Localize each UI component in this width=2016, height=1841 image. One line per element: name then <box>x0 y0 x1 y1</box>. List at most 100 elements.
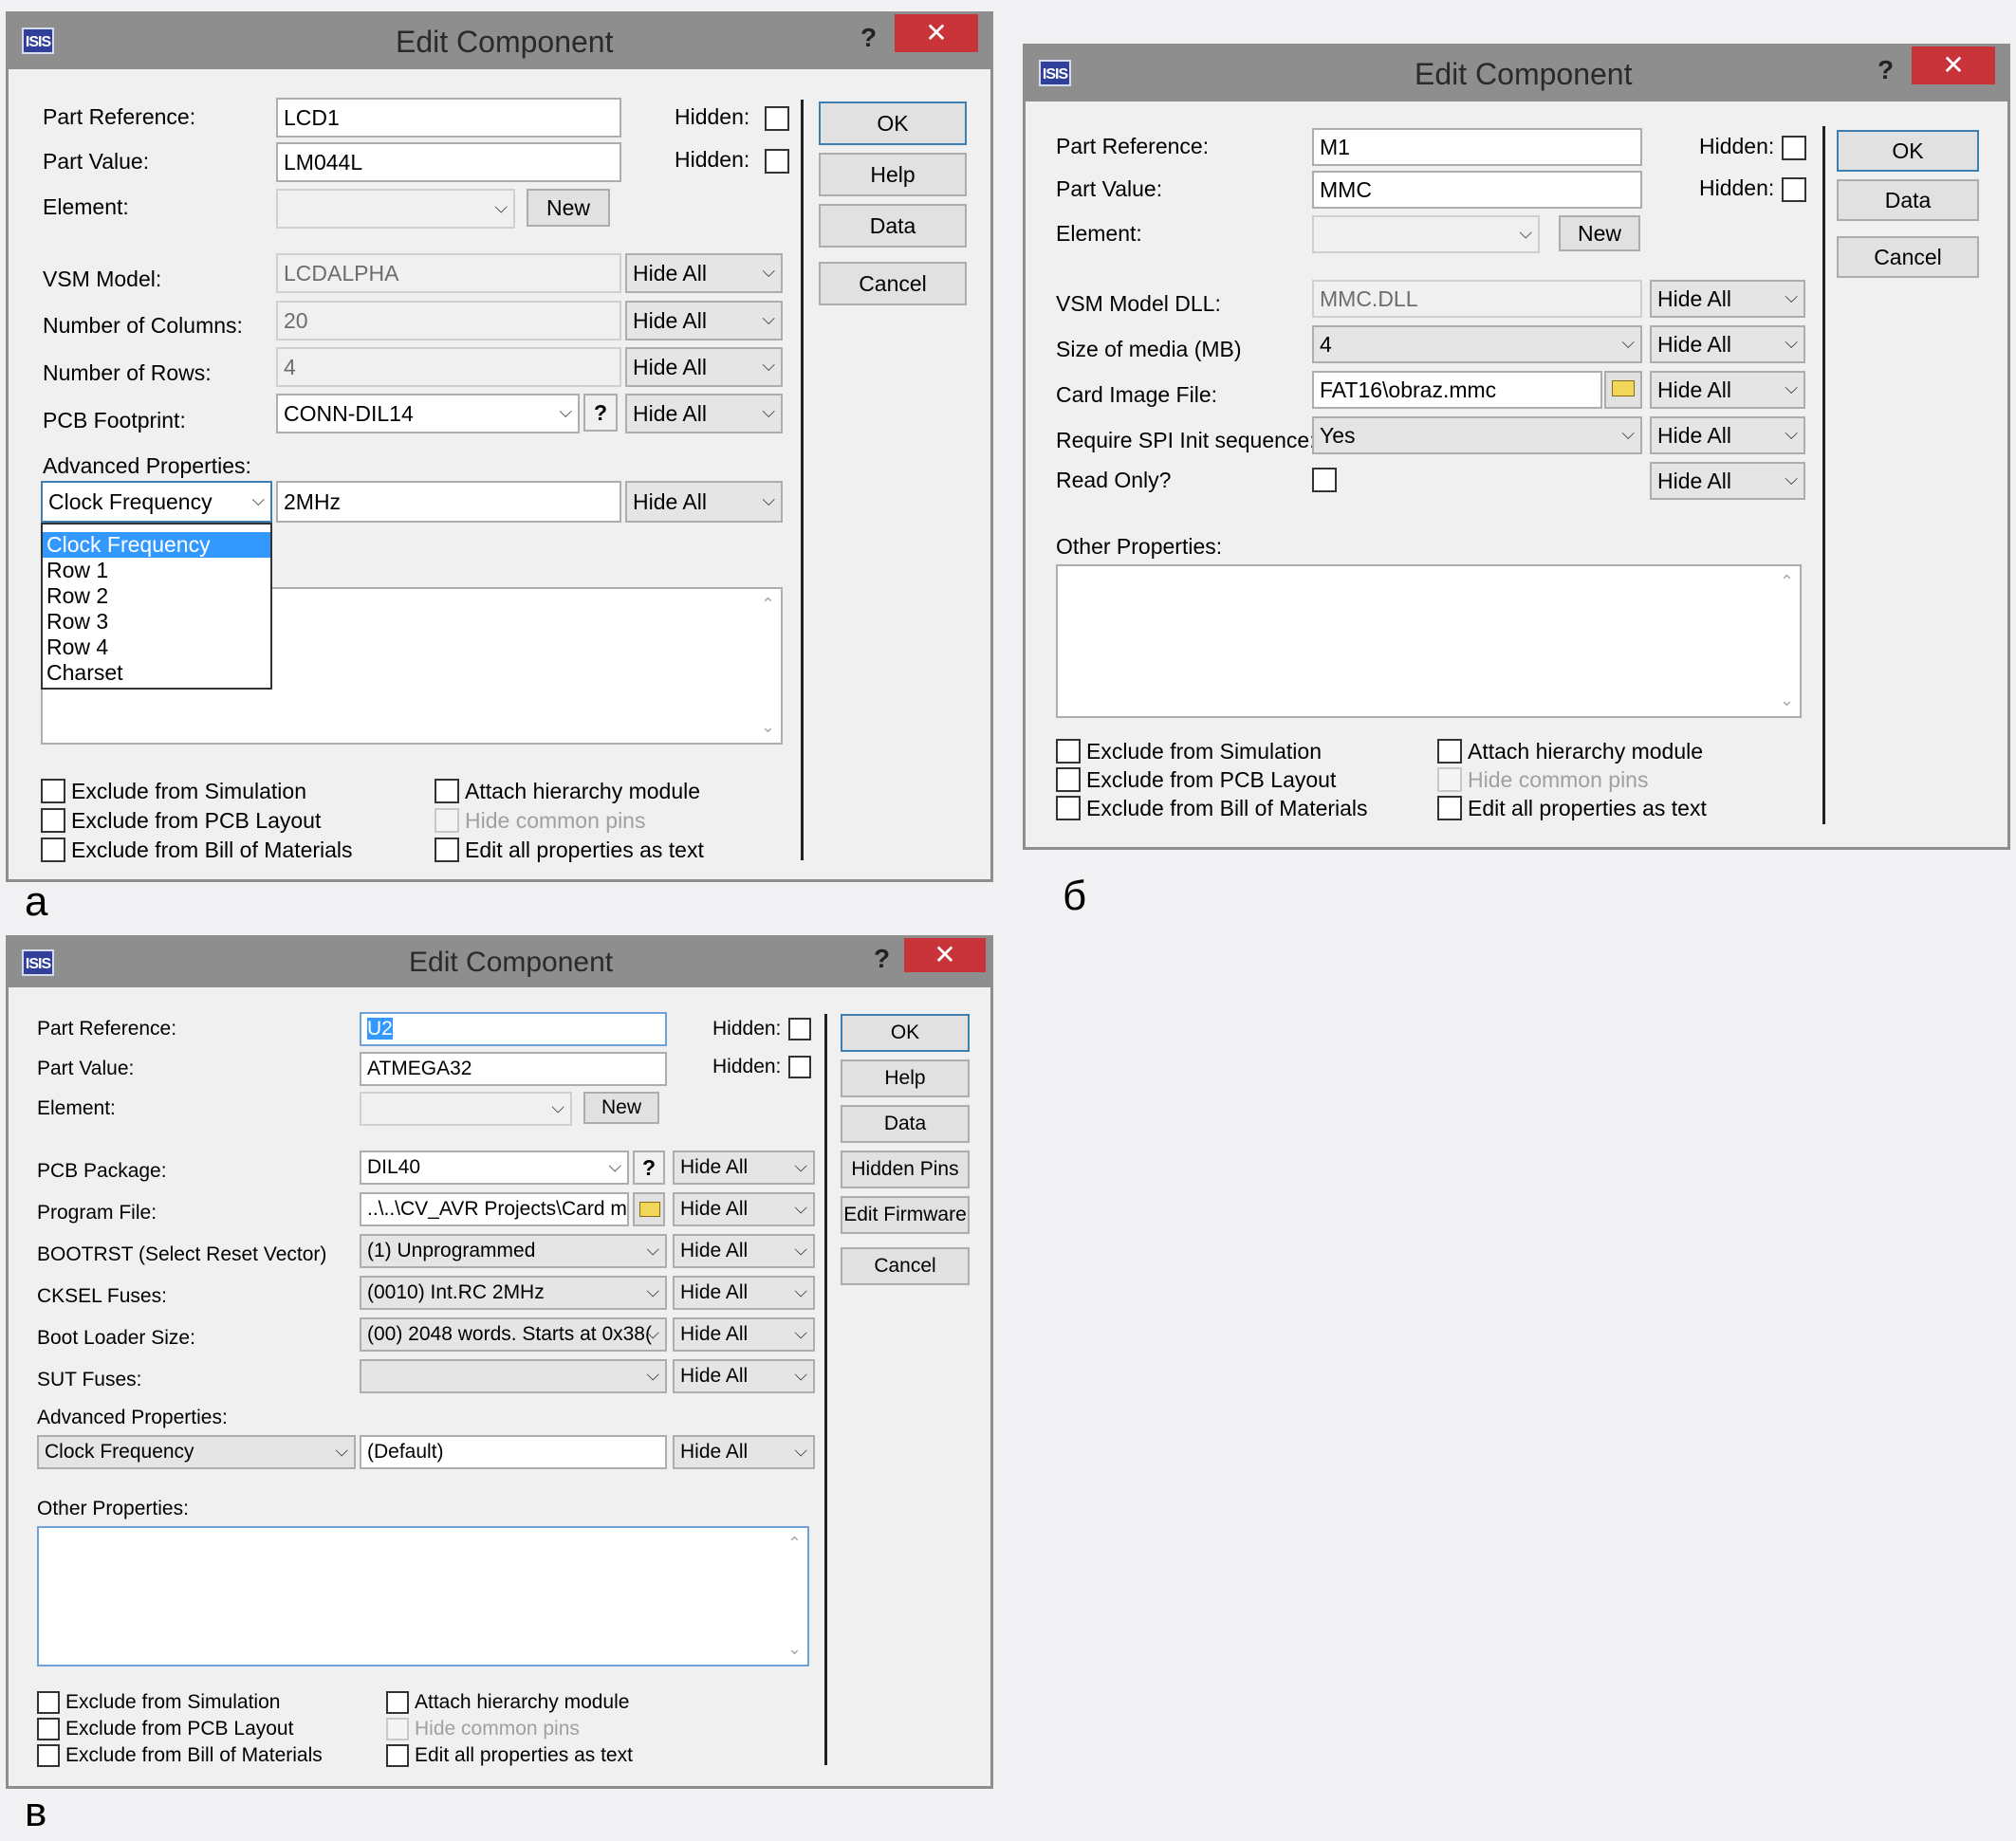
close-icon[interactable]: ✕ <box>895 14 978 52</box>
visibility-select[interactable]: Hide All ⌵ <box>625 253 783 293</box>
edit-as-text-checkbox[interactable] <box>435 838 459 862</box>
scroll-up-icon[interactable]: ⌃ <box>1780 572 1794 592</box>
titlebar[interactable]: ISIS Edit Component ? ✕ <box>1026 46 2007 101</box>
visibility-select[interactable]: Hide All ⌵ <box>625 481 783 523</box>
hidden-checkbox[interactable] <box>1782 136 1806 160</box>
visibility-select[interactable]: Hide All ⌵ <box>673 1435 815 1469</box>
card-image-input[interactable]: FAT16\obraz.mmc <box>1312 371 1602 409</box>
scroll-up-icon[interactable]: ⌃ <box>761 595 775 615</box>
hidden-checkbox[interactable] <box>765 149 789 174</box>
other-properties-textarea[interactable]: ⌃ ⌄ <box>37 1526 809 1666</box>
visibility-select[interactable]: Hide All ⌵ <box>625 347 783 387</box>
visibility-select[interactable]: Hide All ⌵ <box>673 1151 815 1185</box>
visibility-select[interactable]: Hide All ⌵ <box>673 1234 815 1268</box>
ok-button[interactable]: OK <box>819 101 967 145</box>
hidden-pins-button[interactable]: Hidden Pins <box>841 1151 970 1188</box>
cancel-button[interactable]: Cancel <box>819 262 967 305</box>
exclude-pcb-checkbox[interactable] <box>1056 767 1081 792</box>
read-only-checkbox[interactable] <box>1312 468 1337 492</box>
folder-icon[interactable] <box>633 1192 665 1226</box>
hidden-checkbox[interactable] <box>1782 177 1806 202</box>
visibility-select[interactable]: Hide All ⌵ <box>673 1317 815 1352</box>
help-button[interactable]: Help <box>819 153 967 196</box>
help-icon[interactable]: ? <box>583 394 618 432</box>
visibility-select[interactable]: Hide All ⌵ <box>673 1276 815 1310</box>
part-reference-input[interactable]: M1 <box>1312 128 1642 166</box>
advanced-property-dropdown[interactable]: Clock Frequency Row 1 Row 2 Row 3 Row 4 … <box>41 523 272 690</box>
cksel-select[interactable]: (0010) Int.RC 2MHz ⌵ <box>360 1276 667 1310</box>
new-button[interactable]: New <box>527 189 610 227</box>
element-select[interactable]: ⌵ <box>360 1092 572 1126</box>
advanced-value-input[interactable]: (Default) <box>360 1435 667 1469</box>
attach-hierarchy-checkbox[interactable] <box>1437 739 1462 764</box>
visibility-select[interactable]: Hide All ⌵ <box>625 394 783 433</box>
pcb-footprint-select[interactable]: CONN-DIL14 ⌵ <box>276 394 580 433</box>
scroll-down-icon[interactable]: ⌄ <box>1780 690 1794 710</box>
dropdown-item[interactable]: Charset <box>43 660 270 686</box>
element-select[interactable]: ⌵ <box>1312 215 1540 253</box>
close-icon[interactable]: ✕ <box>1912 46 1995 84</box>
dropdown-item[interactable]: Row 2 <box>43 583 270 609</box>
spi-init-select[interactable]: Yes ⌵ <box>1312 416 1642 454</box>
help-icon[interactable]: ? <box>874 938 890 980</box>
scroll-down-icon[interactable]: ⌄ <box>761 717 775 737</box>
sut-fuses-select[interactable]: ⌵ <box>360 1359 667 1393</box>
new-button[interactable]: New <box>583 1092 659 1124</box>
other-properties-textarea[interactable]: ⌃ ⌄ <box>1056 564 1802 718</box>
exclude-bom-checkbox[interactable] <box>1056 796 1081 820</box>
part-value-input[interactable]: ATMEGA32 <box>360 1052 667 1086</box>
help-icon[interactable]: ? <box>1877 46 1894 94</box>
help-icon[interactable]: ? <box>860 14 877 62</box>
titlebar[interactable]: ISIS Edit Component ? ✕ <box>9 938 990 987</box>
visibility-select[interactable]: Hide All ⌵ <box>1650 462 1805 500</box>
titlebar[interactable]: ISIS Edit Component ? ✕ <box>9 14 990 69</box>
bootrst-select[interactable]: (1) Unprogrammed ⌵ <box>360 1234 667 1268</box>
exclude-simulation-checkbox[interactable] <box>37 1691 60 1714</box>
scroll-down-icon[interactable]: ⌄ <box>787 1639 802 1659</box>
dropdown-item[interactable]: Row 4 <box>43 635 270 660</box>
part-reference-input[interactable]: LCD1 <box>276 98 621 138</box>
hidden-checkbox[interactable] <box>788 1018 811 1040</box>
attach-hierarchy-checkbox[interactable] <box>386 1691 409 1714</box>
visibility-select[interactable]: Hide All ⌵ <box>1650 371 1805 409</box>
advanced-property-select[interactable]: Clock Frequency ⌵ <box>37 1435 356 1469</box>
element-select[interactable]: ⌵ <box>276 189 515 229</box>
visibility-select[interactable]: Hide All ⌵ <box>1650 280 1805 318</box>
visibility-select[interactable]: Hide All ⌵ <box>625 301 783 341</box>
dropdown-item[interactable]: Row 1 <box>43 558 270 583</box>
help-button[interactable]: Help <box>841 1059 970 1097</box>
data-button[interactable]: Data <box>1837 179 1979 221</box>
attach-hierarchy-checkbox[interactable] <box>435 779 459 803</box>
pcb-package-select[interactable]: DIL40 ⌵ <box>360 1151 629 1185</box>
boot-loader-size-select[interactable]: (00) 2048 words. Starts at 0x38(⌵ <box>360 1317 667 1352</box>
edit-firmware-button[interactable]: Edit Firmware <box>841 1196 970 1234</box>
dropdown-item[interactable]: Row 3 <box>43 609 270 635</box>
exclude-simulation-checkbox[interactable] <box>1056 739 1081 764</box>
part-value-input[interactable]: MMC <box>1312 171 1642 209</box>
visibility-select[interactable]: Hide All ⌵ <box>673 1192 815 1226</box>
exclude-bom-checkbox[interactable] <box>37 1744 60 1767</box>
exclude-pcb-checkbox[interactable] <box>41 808 65 833</box>
visibility-select[interactable]: Hide All ⌵ <box>1650 416 1805 454</box>
part-reference-input[interactable]: U2 <box>360 1012 667 1046</box>
visibility-select[interactable]: Hide All ⌵ <box>673 1359 815 1393</box>
advanced-property-select[interactable]: Clock Frequency ⌵ <box>41 481 272 523</box>
edit-as-text-checkbox[interactable] <box>386 1744 409 1767</box>
data-button[interactable]: Data <box>841 1105 970 1143</box>
hidden-checkbox[interactable] <box>765 106 789 131</box>
visibility-select[interactable]: Hide All ⌵ <box>1650 325 1805 363</box>
program-file-input[interactable]: ..\..\CV_AVR Projects\Card me <box>360 1192 629 1226</box>
data-button[interactable]: Data <box>819 204 967 248</box>
edit-as-text-checkbox[interactable] <box>1437 796 1462 820</box>
part-value-input[interactable]: LM044L <box>276 142 621 182</box>
ok-button[interactable]: OK <box>1837 130 1979 172</box>
folder-icon[interactable] <box>1604 371 1642 409</box>
dropdown-item[interactable]: Clock Frequency <box>43 532 270 558</box>
hidden-checkbox[interactable] <box>788 1056 811 1078</box>
advanced-value-input[interactable]: 2MHz <box>276 481 621 523</box>
ok-button[interactable]: OK <box>841 1014 970 1052</box>
scroll-up-icon[interactable]: ⌃ <box>787 1534 802 1554</box>
new-button[interactable]: New <box>1559 215 1640 251</box>
exclude-pcb-checkbox[interactable] <box>37 1718 60 1740</box>
exclude-bom-checkbox[interactable] <box>41 838 65 862</box>
